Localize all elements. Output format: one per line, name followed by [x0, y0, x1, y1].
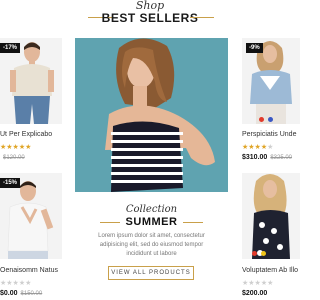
current-price: $200.00 [242, 290, 268, 297]
collection-title: SUMMER [125, 216, 178, 228]
rating-stars: ★★★★★ [0, 280, 32, 287]
discount-badge: -17% [0, 43, 21, 53]
product-name[interactable]: Oenaisomm Natus [0, 267, 58, 274]
product-price: $310.00 $325.00 [242, 154, 292, 161]
header-divider-right [190, 17, 214, 18]
discount-badge: -15% [0, 178, 21, 188]
color-swatch-red[interactable] [252, 251, 257, 256]
old-price: $120.00 [3, 155, 25, 161]
collection-divider-right [183, 222, 203, 223]
color-swatch-red[interactable] [259, 117, 264, 122]
section-title: BEST SELLERS [101, 11, 199, 25]
old-price: $150.00 [20, 291, 43, 297]
color-swatch-yellow[interactable] [261, 251, 266, 256]
rating-stars: ★★★★★ [0, 144, 32, 151]
product-card-4-image[interactable] [242, 173, 300, 259]
product-photo [242, 173, 300, 259]
view-all-products-button[interactable]: VIEW ALL PRODUCTS [108, 266, 194, 280]
model-photo [75, 38, 228, 192]
product-name[interactable]: Ut Per Explicabo [0, 131, 52, 138]
product-price: $0.00 $150.00 [0, 290, 42, 297]
product-name[interactable]: Voluptatem Ab Illo [242, 267, 298, 274]
color-swatch-blue[interactable] [268, 117, 273, 122]
old-price: $325.00 [270, 155, 293, 161]
current-price: $0.00 [0, 290, 18, 297]
product-price: $200.00 [242, 290, 267, 297]
collection-script-title: Collection [125, 204, 178, 215]
rating-stars: ★★★★★ [242, 144, 274, 151]
collection-description: Lorem ipsum dolor sit amet, consectetur … [98, 233, 205, 257]
rating-stars: ★★★★★ [242, 280, 274, 287]
collection-banner-image[interactable] [75, 38, 228, 192]
product-price: $120.00 [0, 154, 25, 161]
discount-badge: -9% [246, 43, 263, 53]
current-price: $310.00 [242, 154, 268, 161]
product-name[interactable]: Perspiciatis Unde [242, 131, 296, 138]
